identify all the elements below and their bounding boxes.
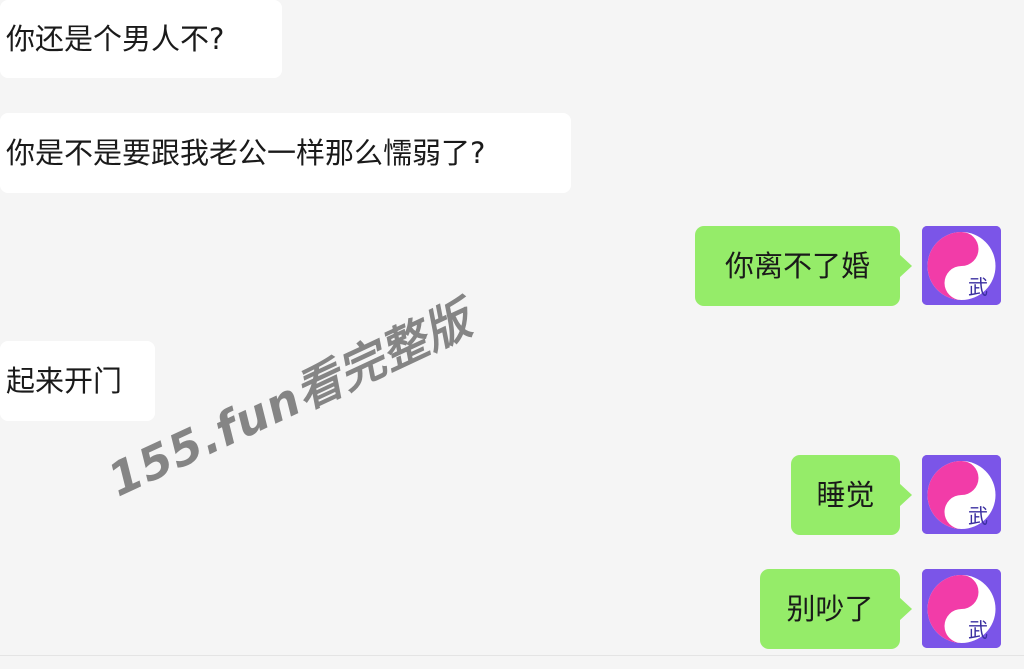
message-text: 起来开门 (6, 363, 123, 398)
incoming-message-bubble[interactable]: 你还是个男人不? (0, 0, 282, 78)
outgoing-message-bubble[interactable]: 别吵了 (760, 569, 912, 649)
chat-area: 你还是个男人不? 你是不是要跟我老公一样那么懦弱了? 你离不了婚 武 起来开门 … (0, 0, 1024, 669)
yin-yang-avatar-icon: 武 (922, 226, 1001, 305)
incoming-message-bubble[interactable]: 你是不是要跟我老公一样那么懦弱了? (0, 113, 571, 193)
avatar-glyph: 武 (968, 618, 988, 642)
message-text: 你还是个男人不? (6, 21, 225, 56)
message-text: 别吵了 (786, 591, 874, 626)
user-avatar[interactable]: 武 (922, 226, 1001, 305)
outgoing-message-bubble[interactable]: 你离不了婚 (695, 226, 912, 306)
avatar-glyph: 武 (968, 504, 988, 528)
yin-yang-avatar-icon: 武 (922, 569, 1001, 648)
user-avatar[interactable]: 武 (922, 569, 1001, 648)
avatar-glyph: 武 (968, 275, 988, 299)
message-text: 你是不是要跟我老公一样那么懦弱了? (6, 135, 486, 170)
message-text: 你离不了婚 (724, 248, 870, 283)
yin-yang-avatar-icon: 武 (922, 455, 1001, 534)
outgoing-message-bubble[interactable]: 睡觉 (791, 455, 912, 535)
message-text: 睡觉 (816, 477, 875, 512)
incoming-message-bubble[interactable]: 起来开门 (0, 341, 155, 421)
divider (0, 655, 1024, 656)
user-avatar[interactable]: 武 (922, 455, 1001, 534)
